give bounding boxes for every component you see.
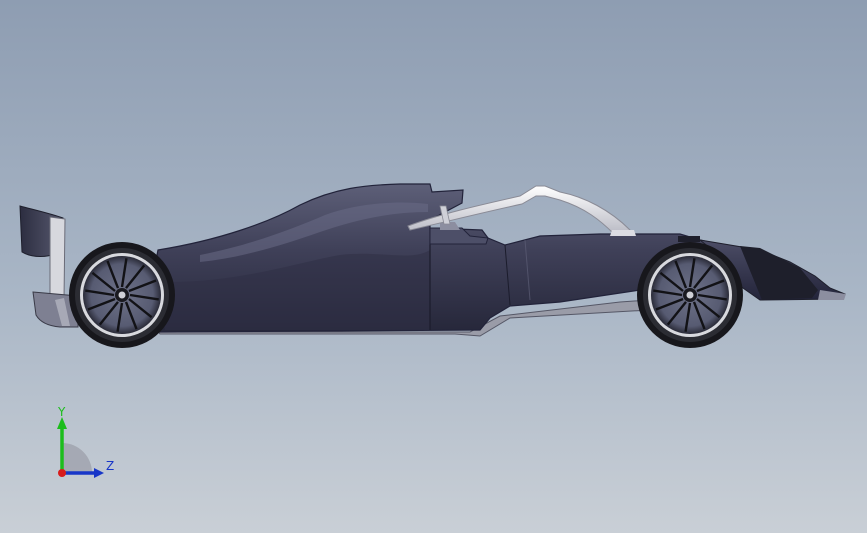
z-axis-label: Z [106,459,114,473]
triad-plane [62,443,92,473]
z-axis-arrowhead [94,468,104,478]
rear-wheel[interactable] [69,242,175,348]
rear-wing [19,205,79,328]
graphics-viewport[interactable]: Y Z [0,0,867,533]
triad-origin [58,469,66,477]
front-wheel[interactable] [637,242,743,348]
car-model[interactable] [0,0,867,533]
y-axis-label: Y [57,405,66,419]
reference-triad[interactable]: Y Z [40,405,130,485]
